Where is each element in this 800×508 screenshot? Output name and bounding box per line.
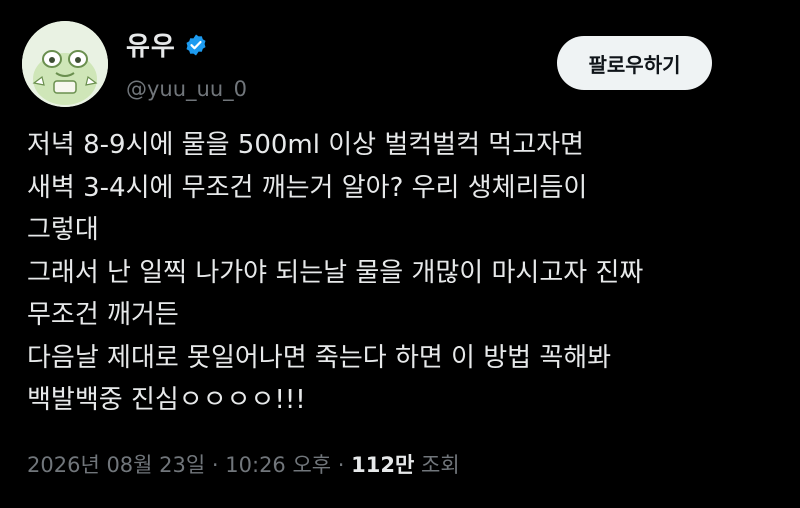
author-display-name[interactable]: 유우 <box>126 26 176 63</box>
tweet-line: 백발백중 진심ㅇㅇㅇㅇ!!! <box>27 385 306 415</box>
tweet-text: 저녁 8-9시에 물을 500ml 이상 벌컥벌컥 먹고자면 새벽 3-4시에 … <box>27 124 787 422</box>
meta-separator: · <box>337 453 345 477</box>
tweet-line: 저녁 8-9시에 물을 500ml 이상 벌컥벌컥 먹고자면 <box>27 130 584 160</box>
tweet-date[interactable]: 2026년 08월 23일 <box>27 453 205 477</box>
green-frog-character-avatar <box>22 21 108 107</box>
views-label: 조회 <box>421 453 460 477</box>
tweet-meta: 2026년 08월 23일 · 10:26 오후 · 112만 조회 <box>27 449 460 479</box>
tweet-line: 그래서 난 일찍 나가야 되는날 물을 개많이 마시고자 진짜 <box>27 257 644 288</box>
tweet-line: 다음날 제대로 못일어나면 죽는다 하면 이 방법 꼭해봐 <box>27 342 612 373</box>
avatar[interactable] <box>22 21 108 107</box>
author-handle[interactable]: @yuu_uu_0 <box>126 77 247 101</box>
author-name-row: 유우 <box>126 26 208 63</box>
tweet-time[interactable]: 10:26 오후 <box>225 453 331 477</box>
views-count: 112만 <box>351 453 415 477</box>
follow-button[interactable]: 팔로우하기 <box>557 36 712 90</box>
tweet-line: 새벽 3-4시에 무조건 깨는거 알아? 우리 생체리듬이 <box>27 172 588 203</box>
tweet-line: 무조건 깨거든 <box>27 300 179 330</box>
meta-separator: · <box>211 453 219 477</box>
verified-badge-icon <box>184 33 208 57</box>
tweet-line: 그렇대 <box>27 215 99 245</box>
